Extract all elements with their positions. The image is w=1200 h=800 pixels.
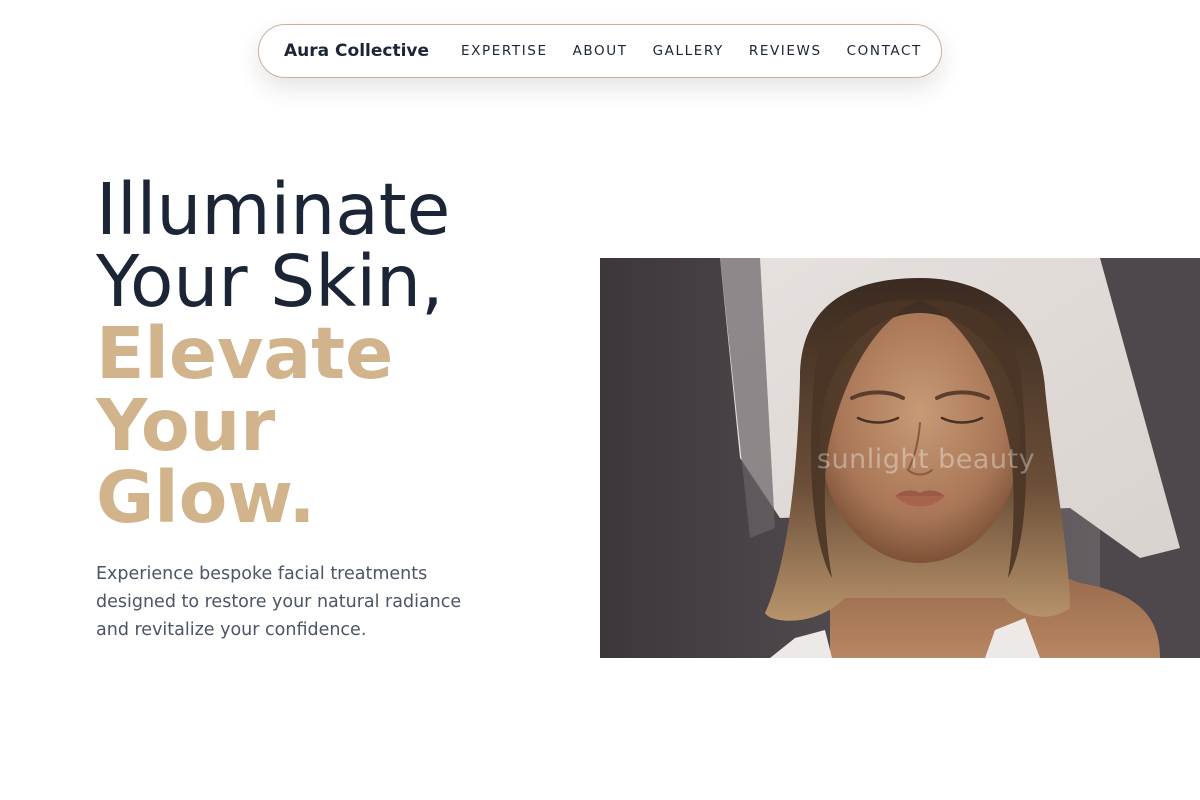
hero-image: sunlight beauty bbox=[600, 258, 1200, 658]
nav-link-reviews[interactable]: REVIEWS bbox=[749, 43, 822, 59]
nav-link-contact[interactable]: CONTACT bbox=[847, 43, 922, 59]
hero-heading-accent-line-2: Your bbox=[96, 384, 276, 467]
nav-links: EXPERTISE ABOUT GALLERY REVIEWS CONTACT bbox=[461, 43, 922, 59]
hero-heading-accent-line-1: Elevate bbox=[96, 312, 394, 395]
hero-heading-line-1: Illuminate bbox=[96, 168, 451, 251]
hero-heading-line-2: Your Skin, bbox=[96, 240, 444, 323]
nav-link-expertise[interactable]: EXPERTISE bbox=[461, 43, 548, 59]
image-caption-text: sunlight beauty bbox=[816, 444, 1036, 475]
hero-description: Experience bespoke facial treatments des… bbox=[96, 564, 462, 640]
hero-heading-accent-line-3: Glow. bbox=[96, 456, 316, 539]
main-nav: Aura Collective EXPERTISE ABOUT GALLERY … bbox=[258, 24, 942, 78]
image-caption: sunlight beauty bbox=[600, 444, 1200, 475]
landing-page: Aura Collective EXPERTISE ABOUT GALLERY … bbox=[0, 0, 1200, 800]
nav-link-gallery[interactable]: GALLERY bbox=[653, 43, 724, 59]
brand-logo[interactable]: Aura Collective bbox=[284, 41, 429, 61]
nav-link-about[interactable]: ABOUT bbox=[573, 43, 628, 59]
hero-heading: Illuminate Your Skin, Elevate Your Glow. bbox=[96, 174, 450, 534]
